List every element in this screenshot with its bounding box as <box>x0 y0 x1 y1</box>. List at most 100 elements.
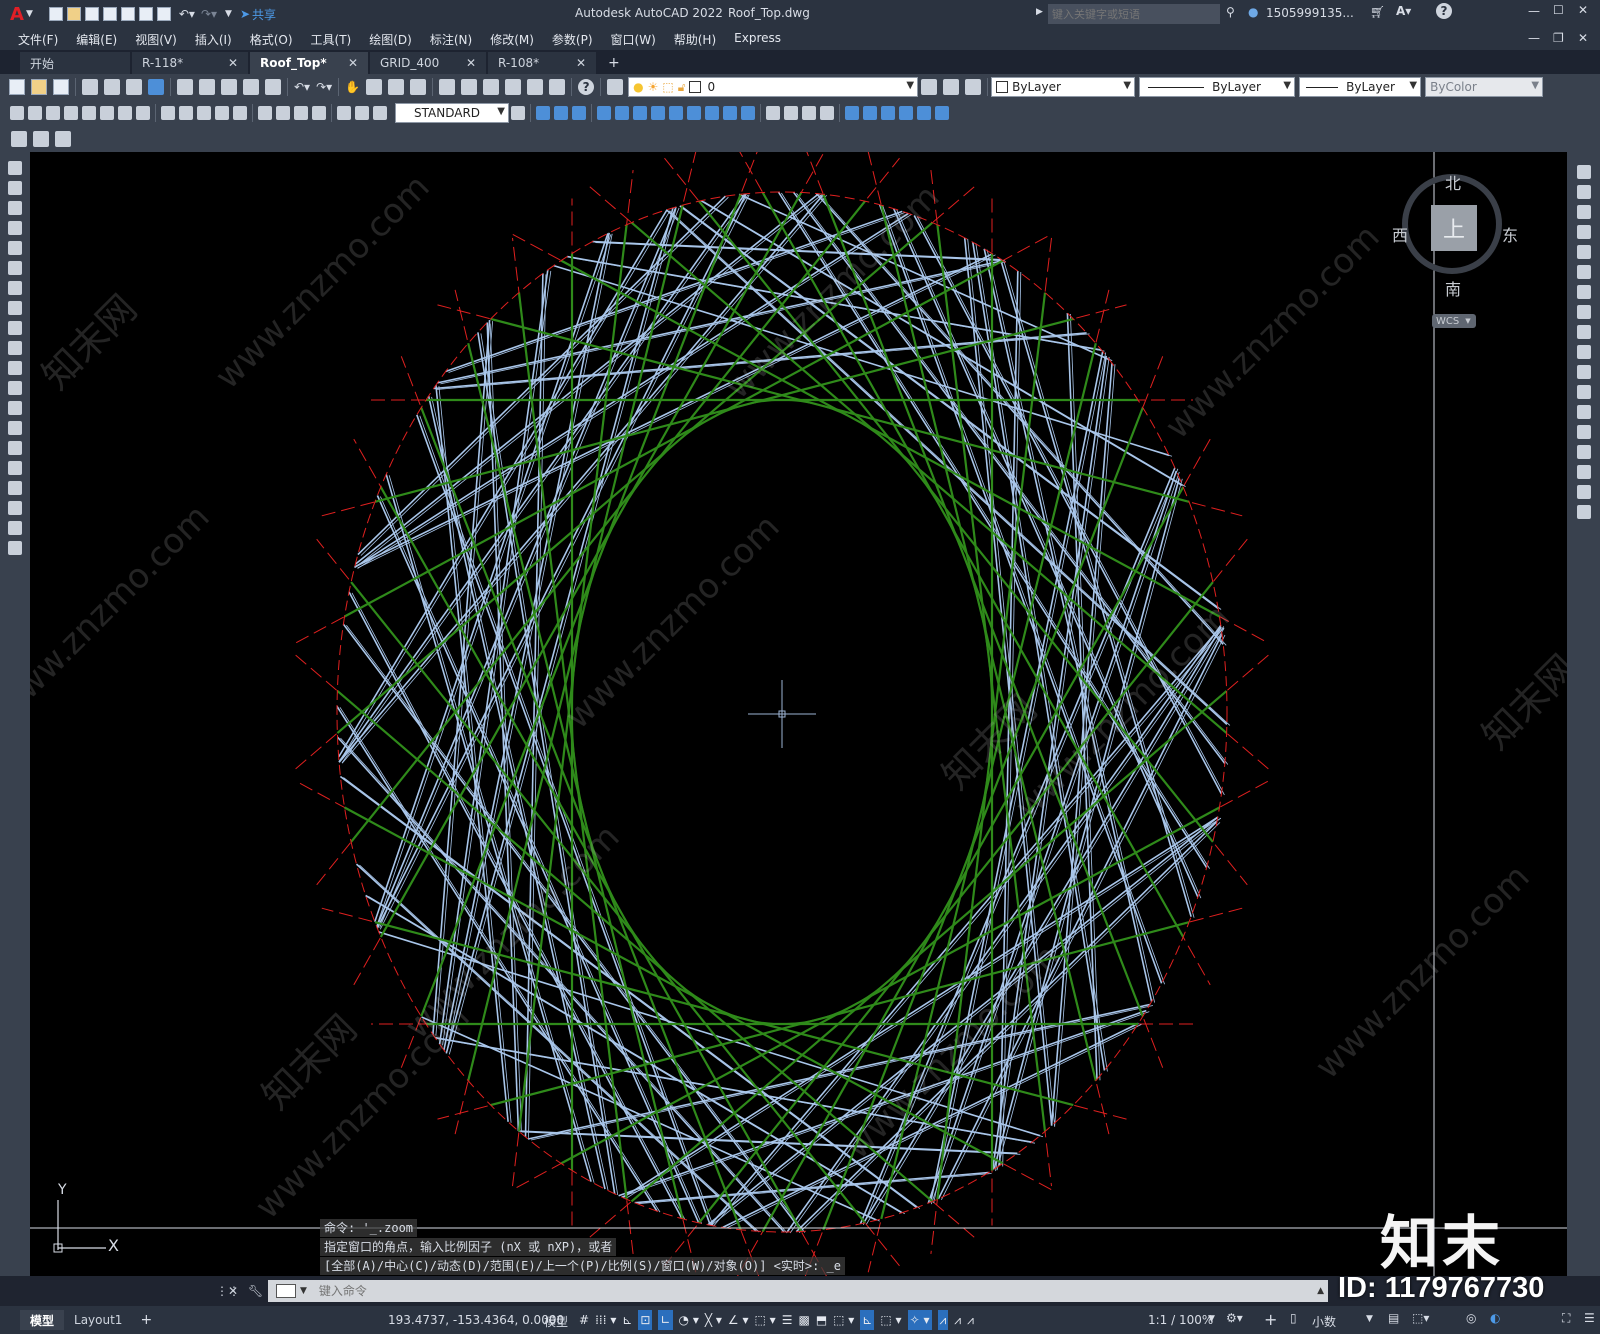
autodesk-account-icon[interactable]: A▾ <box>1396 4 1411 18</box>
tool-palettes-icon[interactable] <box>483 79 500 95</box>
clean-screen-icon[interactable]: ⛶ <box>1562 1311 1570 1326</box>
block-editor-icon[interactable] <box>265 79 281 95</box>
viewcube-west[interactable]: 西 <box>1392 222 1408 246</box>
aligned-dim-icon[interactable] <box>28 106 42 120</box>
units-icon[interactable]: ▯ <box>1290 1311 1297 1325</box>
new-file-icon[interactable] <box>48 7 63 21</box>
cart-icon[interactable]: 🛒︎ <box>1370 5 1385 19</box>
command-line[interactable]: ⋮⋮ ✕ 🔧︎ ▼ ▲ <box>216 1280 1328 1302</box>
offset-icon[interactable] <box>1576 225 1591 239</box>
join-icon[interactable] <box>1576 425 1591 439</box>
command-input[interactable] <box>316 1281 1221 1301</box>
paste-icon[interactable] <box>221 79 237 95</box>
3d-align-icon[interactable] <box>802 106 816 120</box>
table-icon[interactable] <box>8 501 22 515</box>
menu-item[interactable]: 帮助(H) <box>674 31 716 48</box>
file-tab[interactable]: Roof_Top* ✕ <box>250 52 368 74</box>
share-button[interactable]: 共享 <box>252 6 276 23</box>
share-icon[interactable]: ➤ <box>240 7 250 21</box>
menu-item[interactable]: 工具(T) <box>311 31 352 48</box>
file-tab[interactable]: R-108* ✕ <box>488 52 596 74</box>
continue-dim-icon[interactable] <box>197 106 211 120</box>
dim-space-icon[interactable] <box>215 106 229 120</box>
lock-ui-icon[interactable]: ⬚▾ <box>1412 1311 1429 1325</box>
menu-item[interactable]: 标注(N) <box>430 31 472 48</box>
customize-qat-icon[interactable]: ▼ <box>225 9 232 19</box>
snap-icon[interactable]: ⁞⁞⁞ ▾ <box>595 1310 616 1330</box>
menu-item[interactable]: 文件(F) <box>18 31 58 48</box>
slice-icon[interactable] <box>687 106 701 120</box>
annotation-scale-icon[interactable]: ⩘ <box>967 1310 974 1330</box>
scale-icon[interactable] <box>1576 305 1591 319</box>
save-as-icon[interactable] <box>102 7 117 21</box>
isodraft-icon[interactable]: ╳ ▾ <box>705 1310 722 1330</box>
circle-icon[interactable] <box>8 281 22 295</box>
diameter-dim-icon[interactable] <box>118 106 132 120</box>
menu-item[interactable]: 绘图(D) <box>369 31 412 48</box>
close-tab-icon[interactable]: ✕ <box>228 56 238 70</box>
annotation-scale[interactable]: 1:1 / 100% <box>1148 1313 1213 1327</box>
jogged-dim-icon[interactable] <box>100 106 114 120</box>
save-tb-icon[interactable] <box>53 79 69 95</box>
edit-block-icon[interactable] <box>11 131 27 147</box>
attribute-edit-icon[interactable] <box>33 131 49 147</box>
dimstyle-combo[interactable]: STANDARD ▼ <box>395 103 509 123</box>
dim-update-icon[interactable] <box>373 106 387 120</box>
zoom-realtime-icon[interactable] <box>366 79 383 95</box>
close-tab-icon[interactable]: ✕ <box>348 56 358 70</box>
layer-freeze-icon[interactable]: ☀ <box>648 80 659 94</box>
3d-mirror-icon[interactable] <box>820 106 834 120</box>
drawing-viewport[interactable]: Y X 上 北 南 西 东 WCS ▼ www.znzmo.com www.zn… <box>30 152 1567 1276</box>
grid-icon[interactable]: # <box>579 1310 589 1330</box>
save-icon[interactable] <box>84 7 99 21</box>
center-mark-icon[interactable] <box>276 106 290 120</box>
file-tab[interactable]: GRID_400 ✕ <box>370 52 486 74</box>
markup-icon[interactable] <box>527 79 544 95</box>
interfere-icon[interactable] <box>723 106 737 120</box>
design-center-icon[interactable] <box>461 79 478 95</box>
tolerance-icon[interactable] <box>258 106 272 120</box>
lineweight-combo[interactable]: ByLayer ▼ <box>1299 77 1422 97</box>
hatch-icon[interactable] <box>8 441 22 455</box>
viewcube-north[interactable]: 北 <box>1445 170 1461 194</box>
spline-icon[interactable] <box>8 321 22 335</box>
layer-previous-icon[interactable] <box>943 79 960 95</box>
close-command-icon[interactable]: ✕ <box>228 1284 238 1298</box>
chevron-down-icon[interactable]: ▼ <box>1465 317 1470 325</box>
revolve-icon[interactable] <box>651 106 665 120</box>
region-icon[interactable] <box>8 481 22 495</box>
sheet-set-icon[interactable] <box>505 79 522 95</box>
mirror-icon[interactable] <box>1576 205 1591 219</box>
thicken-icon[interactable] <box>705 106 719 120</box>
solid-edit-icon[interactable] <box>845 106 859 120</box>
imprint-icon[interactable] <box>899 106 913 120</box>
separate-icon[interactable] <box>881 106 895 120</box>
layout-tab[interactable]: 模型 <box>20 1310 65 1330</box>
solid-box-icon[interactable] <box>536 106 550 120</box>
linetype-combo[interactable]: ByLayer ▼ <box>1139 77 1296 97</box>
viewcube[interactable]: 上 北 南 西 东 <box>1392 170 1518 299</box>
qnew-icon[interactable] <box>9 79 25 95</box>
chevron-down-icon[interactable]: ▼ <box>1123 80 1131 91</box>
chevron-down-icon[interactable]: ▼ <box>1409 80 1417 91</box>
trim-icon[interactable] <box>1576 345 1591 359</box>
shell-icon[interactable] <box>863 106 877 120</box>
dim-text-edit-icon[interactable] <box>355 106 369 120</box>
gradient-icon[interactable] <box>8 461 22 475</box>
line-icon[interactable] <box>8 161 22 175</box>
undo-tb-icon[interactable]: ↶▾ <box>294 80 310 94</box>
viewcube-south[interactable]: 南 <box>1445 276 1461 300</box>
close-tab-icon[interactable]: ✕ <box>576 56 586 70</box>
menu-item[interactable]: Express <box>734 31 781 48</box>
cut-icon[interactable] <box>177 79 193 95</box>
insert-block-icon[interactable] <box>8 381 22 395</box>
workspace-gear-icon[interactable]: ⚙▾ <box>1226 1311 1243 1325</box>
arc-length-icon[interactable] <box>46 106 60 120</box>
chevron-down-icon[interactable]: ▼ <box>300 1286 307 1296</box>
copy-icon[interactable] <box>199 79 215 95</box>
multiline-text-icon[interactable] <box>8 521 22 535</box>
zoom-window-icon[interactable] <box>388 79 405 95</box>
construction-line-icon[interactable] <box>8 181 22 195</box>
ellipse-arc-icon[interactable] <box>8 361 22 375</box>
osnap-icon[interactable]: ⬚ ▾ <box>755 1310 776 1330</box>
